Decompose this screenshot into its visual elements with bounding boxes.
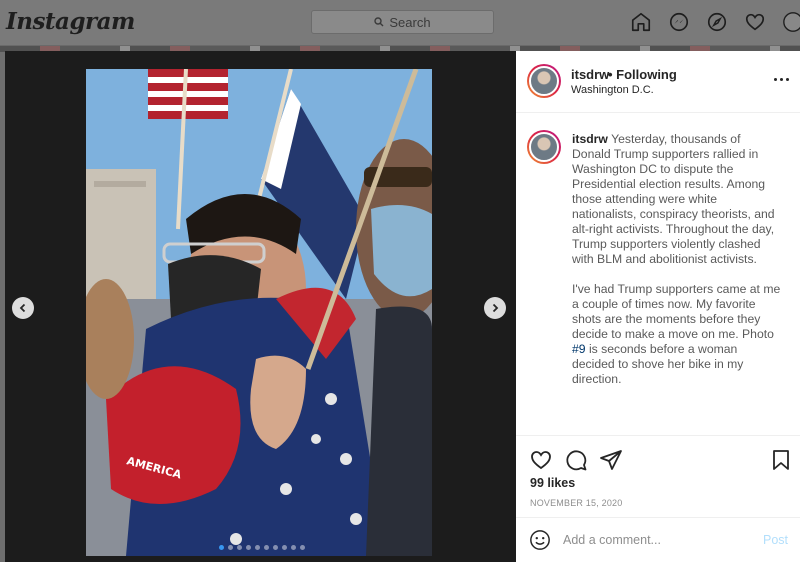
carousel-dot (255, 545, 260, 550)
more-options-icon[interactable] (774, 78, 789, 81)
caption-text: itsdrw Yesterday, thousands of Donald Tr… (572, 132, 782, 402)
add-comment-bar: Post (516, 517, 800, 562)
home-icon[interactable] (630, 11, 652, 33)
chevron-right-icon (492, 303, 499, 313)
like-heart-icon[interactable] (529, 448, 553, 472)
post-caption: itsdrw Yesterday, thousands of Donald Tr… (516, 113, 800, 433)
search-icon (374, 17, 384, 27)
post-actions: 99 likes NOVEMBER 15, 2020 (516, 435, 800, 515)
post-date: NOVEMBER 15, 2020 (530, 498, 623, 508)
profile-avatar[interactable] (782, 11, 800, 33)
carousel-dot (300, 545, 305, 550)
post-comment-button[interactable]: Post (763, 533, 788, 547)
caption-author-avatar[interactable] (527, 130, 561, 164)
next-photo-button[interactable] (484, 297, 506, 319)
carousel-dot (273, 545, 278, 550)
carousel-dot (237, 545, 242, 550)
author-avatar[interactable] (527, 64, 561, 98)
post-header: itsdrw • Following Washington D.C. (516, 51, 800, 113)
carousel-dot (264, 545, 269, 550)
bookmark-icon[interactable] (769, 448, 793, 472)
explore-icon[interactable] (706, 11, 728, 33)
carousel-dot (282, 545, 287, 550)
search-box[interactable]: Search (311, 10, 494, 34)
previous-photo-button[interactable] (12, 297, 34, 319)
post-photo[interactable]: AMERICA (86, 69, 432, 556)
carousel-dot (228, 545, 233, 550)
like-count[interactable]: 99 likes (530, 476, 575, 490)
following-status[interactable]: • Following (608, 67, 677, 82)
post-details-panel: itsdrw • Following Washington D.C. itsdr… (516, 51, 800, 562)
emoji-icon[interactable] (529, 529, 551, 551)
caption-username[interactable]: itsdrw (572, 132, 608, 146)
post-location[interactable]: Washington D.C. (571, 84, 654, 96)
carousel-dot (291, 545, 296, 550)
caption-paragraph-1: Yesterday, thousands of Donald Trump sup… (572, 132, 775, 266)
messenger-icon[interactable] (668, 11, 690, 33)
instagram-logo[interactable]: Instagram (6, 8, 135, 35)
carousel-indicator (219, 545, 305, 550)
search-placeholder: Search (389, 14, 431, 30)
share-icon[interactable] (599, 448, 623, 472)
hashtag-link[interactable]: #9 (572, 342, 586, 356)
chevron-left-icon (19, 303, 26, 313)
caption-paragraph-2b: is seconds before a woman decided to sho… (572, 342, 744, 386)
carousel-dot (219, 545, 224, 550)
author-username[interactable]: itsdrw (571, 67, 609, 82)
top-navigation-bar: Instagram Search (0, 0, 800, 46)
carousel-dot (246, 545, 251, 550)
heart-icon[interactable] (744, 11, 766, 33)
caption-paragraph-2a: I've had Trump supporters came at me a c… (572, 282, 781, 341)
comment-input[interactable] (563, 530, 753, 550)
comment-icon[interactable] (564, 448, 588, 472)
